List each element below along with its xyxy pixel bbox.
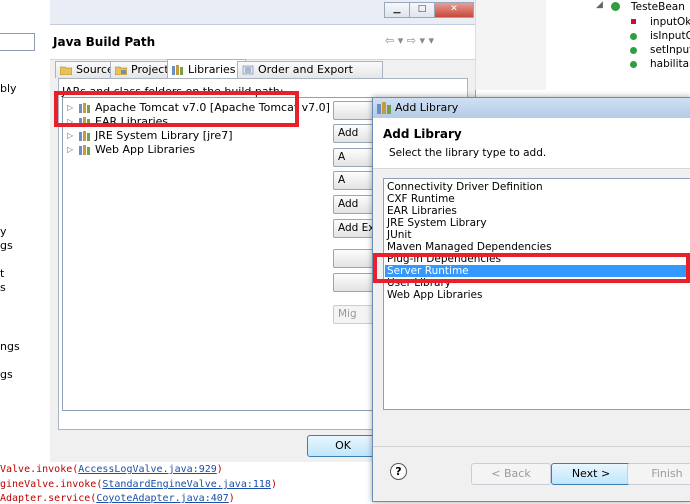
- expand-arrow-icon[interactable]: ▷: [67, 142, 73, 157]
- console-text: ): [228, 493, 235, 504]
- close-button[interactable]: ✕: [434, 2, 474, 18]
- next-button[interactable]: Next >: [551, 463, 631, 485]
- console-line: Adapter.service(CoyoteAdapter.java:407): [0, 493, 235, 504]
- list-item[interactable]: Maven Managed Dependencies: [385, 241, 690, 253]
- tree-item-label: JRE System Library [jre7]: [95, 129, 233, 142]
- private-field-icon: [631, 19, 636, 24]
- class-name[interactable]: TesteBean: [631, 1, 685, 13]
- list-item[interactable]: CXF Runtime: [385, 193, 690, 205]
- console-text: ): [216, 464, 223, 475]
- library-icon: [172, 65, 183, 75]
- outline-view: ◢ TesteBean inputOk : isInputOk setInput…: [475, 0, 690, 90]
- order-icon: [242, 65, 254, 75]
- public-method-icon: [630, 33, 637, 40]
- list-item[interactable]: Connectivity Driver Definition: [385, 181, 690, 193]
- dialog-header: Add Library Select the library type to a…: [373, 118, 690, 169]
- stack-trace-link[interactable]: CoyoteAdapter.java:407: [96, 493, 228, 504]
- list-item[interactable]: EAR Libraries: [385, 205, 690, 217]
- public-method-icon: [630, 61, 637, 68]
- page-header: Java Build Path ⇦ ▾ ⇨ ▾ ▾: [50, 25, 475, 60]
- maximize-button[interactable]: □: [409, 2, 435, 18]
- outline-gutter: [475, 0, 546, 90]
- history-nav-icons[interactable]: ⇦ ▾ ⇨ ▾ ▾: [385, 34, 434, 47]
- dialog-window-title: Add Library: [395, 101, 459, 114]
- library-icon: [377, 102, 391, 114]
- left-text-fragment: s: [0, 281, 6, 294]
- outline-member[interactable]: habilitarT: [650, 58, 690, 70]
- outline-member[interactable]: isInputOk: [650, 30, 690, 42]
- console-text: Valve.invoke(: [0, 464, 79, 475]
- folder-icon: [60, 66, 72, 75]
- tab-label: Order and Export: [258, 63, 353, 76]
- public-method-icon: [630, 47, 637, 54]
- console-text: ): [270, 479, 277, 490]
- left-text-fragment: y: [0, 225, 7, 238]
- class-icon: [611, 2, 620, 11]
- left-text-fragment: gs: [0, 239, 13, 252]
- library-icon: [79, 145, 90, 155]
- left-text-fragment: t: [0, 267, 5, 280]
- stack-trace-link[interactable]: AccessLogValve.java:929: [78, 464, 216, 475]
- add-library-dialog: Add Library Add Library Select the libra…: [372, 97, 690, 502]
- divider: [373, 446, 690, 447]
- finish-button[interactable]: Finish: [627, 463, 690, 485]
- list-item[interactable]: JRE System Library: [385, 217, 690, 229]
- left-text-fragment: bly: [0, 82, 17, 95]
- filter-field[interactable]: [0, 33, 35, 51]
- left-text-fragment: gs: [0, 368, 13, 381]
- tab-label: Libraries: [188, 63, 236, 76]
- console-line: Valve.invoke(AccessLogValve.java:929): [0, 464, 223, 475]
- dialog-titlebar[interactable]: Add Library: [373, 98, 690, 118]
- back-button[interactable]: < Back: [471, 463, 551, 485]
- outline-member[interactable]: setInputO: [650, 44, 690, 56]
- dialog-heading: Add Library: [383, 127, 462, 141]
- page-title: Java Build Path: [53, 35, 156, 49]
- dialog-description: Select the library type to add.: [389, 147, 547, 159]
- outline-member[interactable]: inputOk :: [650, 16, 690, 28]
- list-item[interactable]: Web App Libraries: [385, 289, 690, 301]
- tab-order-and-export[interactable]: Order and Export: [237, 61, 383, 78]
- help-icon[interactable]: ?: [390, 463, 407, 480]
- annotation-highlight-server-runtime: [373, 253, 690, 283]
- dialog-titlebar: ▁ □ ✕: [50, 0, 475, 25]
- project-icon: [115, 66, 127, 75]
- console-output: Valve.invoke(AccessLogValve.java:929) gi…: [0, 462, 372, 504]
- console-text: gineValve.invoke(: [0, 479, 103, 490]
- tab-libraries[interactable]: Libraries: [167, 59, 246, 79]
- minimize-button[interactable]: ▁: [384, 2, 410, 18]
- library-icon: [79, 131, 90, 141]
- tree-item-label: Web App Libraries: [95, 143, 195, 156]
- left-workbench-strip: bly y gs t s ngs gs: [0, 0, 50, 455]
- expand-arrow-icon[interactable]: ▷: [67, 128, 73, 143]
- ok-button[interactable]: OK: [307, 435, 379, 457]
- console-line: gineValve.invoke(StandardEngineValve.jav…: [0, 479, 277, 490]
- library-type-list[interactable]: Connectivity Driver Definition CXF Runti…: [383, 178, 690, 410]
- tab-label: Source: [76, 63, 114, 76]
- list-item[interactable]: JUnit: [385, 229, 690, 241]
- left-text-fragment: ngs: [0, 340, 20, 353]
- annotation-highlight-tomcat: [54, 91, 299, 127]
- console-text: Adapter.service(: [0, 493, 97, 504]
- stack-trace-link[interactable]: StandardEngineValve.java:118: [102, 479, 271, 490]
- collapse-arrow-icon[interactable]: ◢: [596, 0, 603, 10]
